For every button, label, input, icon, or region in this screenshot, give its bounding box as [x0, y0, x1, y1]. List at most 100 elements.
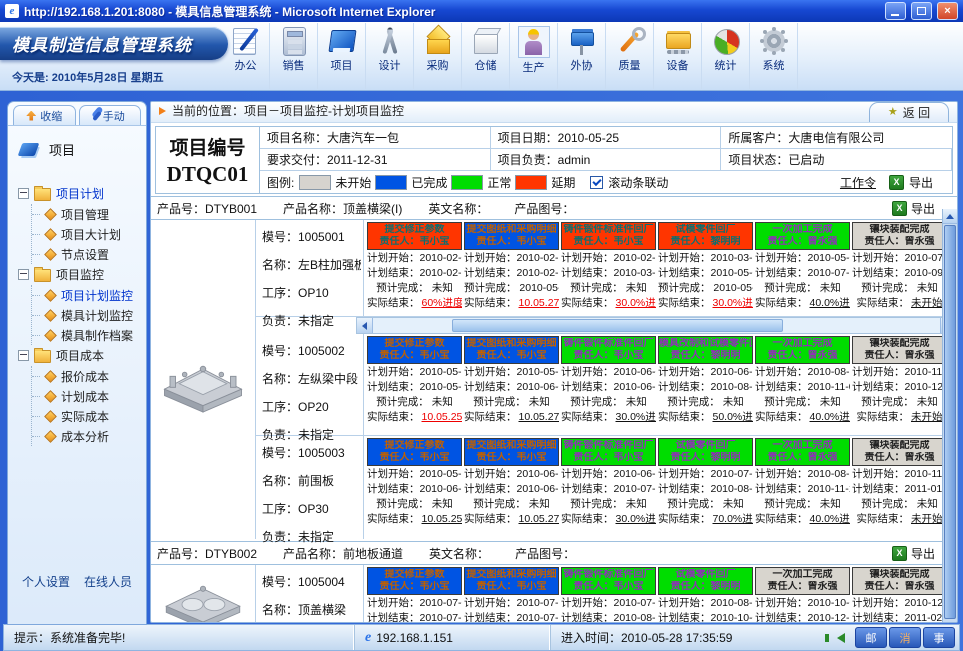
restore-button[interactable]: [911, 2, 932, 20]
minimize-button[interactable]: [885, 2, 906, 20]
task-card[interactable]: 试模零件回厂 责任人：黎明明 计划开始：2010-07-11 计划结束：2010…: [658, 438, 753, 539]
toolbar-item[interactable]: 仓储: [462, 23, 510, 89]
task-card[interactable]: 镶块装配完成 责任人：曾永强 计划开始：2010-11-02 计划结束：2010…: [852, 336, 947, 435]
toolbar-item[interactable]: 办公: [222, 23, 270, 89]
actual-finish-value[interactable]: 50.0%进度: [713, 411, 754, 423]
tree-leaf[interactable]: 项目大计划: [32, 224, 144, 244]
mold-row: 模号：1005003名称：前围板工序：OP30负责：未指定 提交修正参数 责任人…: [256, 436, 957, 539]
tree-leaf[interactable]: 计划成本: [32, 386, 144, 406]
actual-finish-value[interactable]: 30.0%进度: [616, 513, 657, 525]
actual-finish-value[interactable]: 40.0%进度: [810, 513, 851, 525]
task-card[interactable]: 一次加工完成 责任人：曾永强 计划开始：2010-08-14 计划结束：2010…: [755, 336, 850, 435]
actual-finish-value[interactable]: 10.05.27: [519, 411, 560, 423]
scrollbar-thumb[interactable]: [944, 225, 956, 619]
actual-finish-value[interactable]: 40.0%进度: [810, 297, 851, 309]
plan-start: 计划开始：2010-05-31: [367, 466, 462, 481]
toolbar-item[interactable]: 统计: [702, 23, 750, 89]
task-card[interactable]: 一次加工完成 责任人：曾永强 计划开始：2010-10-04 计划结束：2010…: [755, 567, 850, 623]
actual-finish-value[interactable]: 未开始: [911, 411, 943, 423]
sidebar-tab[interactable]: 手动: [79, 105, 142, 125]
task-card[interactable]: 试模零件回厂 责任人：黎明明 计划开始：2010-08-15 计划结束：2010…: [658, 567, 753, 623]
actual-finish-value[interactable]: 未开始: [911, 513, 943, 525]
actual-finish-value[interactable]: 30.0%进度: [616, 297, 657, 309]
excel-export-icon[interactable]: [892, 201, 907, 216]
task-card[interactable]: 镶块装配完成 责任人：曾永强 计划开始：2010-11-18 计划结束：2011…: [852, 438, 947, 539]
task-card[interactable]: 试模零件回厂 责任人：黎明明 计划开始：2010-03-19 计划结束：2010…: [658, 222, 753, 316]
task-card[interactable]: 一次加工完成 责任人：曾永强 计划开始：2010-08-30 计划结束：2010…: [755, 438, 850, 539]
actual-finish-value[interactable]: 10.05.25: [422, 411, 463, 423]
collapse-expander-icon[interactable]: [18, 269, 29, 280]
tree-leaf[interactable]: 实际成本: [32, 406, 144, 426]
scroll-left-arrow[interactable]: [357, 318, 373, 333]
task-card[interactable]: 提交修正参数 责任人：韦小宝 计划开始：2010-05-15 计划结束：2010…: [367, 336, 462, 435]
task-card[interactable]: 提交修正参数 责任人：韦小宝 计划开始：2010-02-06 计划结束：2010…: [367, 222, 462, 316]
close-button[interactable]: [937, 2, 958, 20]
export-link[interactable]: 导出: [911, 200, 935, 217]
toolbar-item[interactable]: 系统: [750, 23, 798, 89]
tree-leaf[interactable]: 报价成本: [32, 366, 144, 386]
sidebar-footer-link[interactable]: 个人设置: [22, 573, 70, 590]
tree-node-project-cost[interactable]: 项目成本: [18, 345, 144, 366]
tree-node-project-plan[interactable]: 项目计划: [18, 183, 144, 204]
toolbar-item[interactable]: 外协: [558, 23, 606, 89]
actual-finish-value[interactable]: 10.05.27: [519, 297, 560, 309]
tree-node-project-monitor[interactable]: 项目监控: [18, 264, 144, 285]
sidebar-footer-link[interactable]: 在线人员: [84, 573, 132, 590]
task-card[interactable]: 提交图纸和采购明细 责任人：韦小宝 计划开始：2010-05-25 计划结束：2…: [464, 336, 559, 435]
work-order-link[interactable]: 工作令: [840, 174, 876, 191]
tree-leaf[interactable]: 项目管理: [32, 204, 144, 224]
toolbar-item[interactable]: 质量: [606, 23, 654, 89]
task-title: 镶块装配完成: [853, 569, 946, 581]
tree-leaf[interactable]: 模具制作档案: [32, 325, 144, 345]
tree-leaf[interactable]: 项目计划监控: [32, 285, 144, 305]
scrollbar-thumb[interactable]: [452, 319, 783, 332]
vertical-scrollbar[interactable]: [942, 209, 957, 622]
toolbar-item[interactable]: 项目: [318, 23, 366, 89]
scroll-sync-checkbox[interactable]: [590, 176, 603, 189]
tree-leaf[interactable]: 模具计划监控: [32, 305, 144, 325]
toolbar-item[interactable]: 生产: [510, 23, 558, 89]
toolbar-item[interactable]: 设计: [366, 23, 414, 89]
task-card[interactable]: 提交图纸和采购明细 责任人：韦小宝 计划开始：2010-07-15 计划结束：2…: [464, 567, 559, 623]
task-card[interactable]: 铸件锻件标准件回厂 责任人：韦小宝 计划开始：2010-06-05 计划结束：2…: [561, 336, 656, 435]
speaker-icon[interactable]: [837, 633, 845, 643]
collapse-expander-icon[interactable]: [18, 188, 29, 199]
status-quick-button[interactable]: 消: [889, 627, 921, 648]
actual-finish-value[interactable]: 未开始: [911, 297, 943, 309]
tree-leaf[interactable]: 节点设置: [32, 244, 144, 264]
excel-export-icon[interactable]: [889, 175, 904, 190]
task-card[interactable]: 提交图纸和采购明细 责任人：韦小宝 计划开始：2010-02-16 计划结束：2…: [464, 222, 559, 316]
task-card[interactable]: 一次加工完成 责任人：曾永强 计划开始：2010-05-08 计划结束：2010…: [755, 222, 850, 316]
task-card[interactable]: 提交图纸和采购明细 责任人：韦小宝 计划开始：2010-06-10 计划结束：2…: [464, 438, 559, 539]
task-card[interactable]: 镶块装配完成 责任人：曾永强 计划开始：2010-07-27 计划结束：2010…: [852, 222, 947, 316]
actual-finish-value[interactable]: 70.0%进度: [713, 513, 754, 525]
status-quick-button[interactable]: 邮: [855, 627, 887, 648]
task-card[interactable]: 铸件锻件标准件回厂 责任人：韦小宝 计划开始：2010-02-27 计划结束：2…: [561, 222, 656, 316]
module-header[interactable]: 项目: [8, 126, 146, 169]
task-card[interactable]: 模具改制和试模零件回厂 责任人：黎明明 计划开始：2010-06-25 计划结束…: [658, 336, 753, 435]
toolbar-item[interactable]: 采购: [414, 23, 462, 89]
back-button[interactable]: 返 回: [869, 102, 949, 122]
status-quick-button[interactable]: 事: [923, 627, 955, 648]
actual-finish-value[interactable]: 40.0%进度: [810, 411, 851, 423]
scroll-up-arrow[interactable]: [943, 209, 957, 224]
excel-export-icon[interactable]: [892, 546, 907, 561]
actual-finish-value[interactable]: 30.0%进度: [713, 297, 754, 309]
actual-finish-value[interactable]: 30.0%进度: [616, 411, 657, 423]
actual-finish-value[interactable]: 60%进度: [422, 297, 463, 309]
task-card[interactable]: 镶块装配完成 责任人：曾永强 计划开始：2010-12-23 计划结束：2011…: [852, 567, 947, 623]
tree-leaf[interactable]: 成本分析: [32, 426, 144, 446]
task-card[interactable]: 提交修正参数 责任人：韦小宝 计划开始：2010-05-31 计划结束：2010…: [367, 438, 462, 539]
task-card[interactable]: 提交修正参数 责任人：韦小宝 计划开始：2010-07-05 计划结束：2010…: [367, 567, 462, 623]
horizontal-scrollbar[interactable]: [356, 317, 957, 334]
export-link[interactable]: 导出: [911, 545, 935, 562]
sidebar-tab[interactable]: 收缩: [13, 105, 76, 125]
actual-finish-value[interactable]: 10.05.27: [519, 513, 560, 525]
toolbar-item[interactable]: 销售: [270, 23, 318, 89]
export-link[interactable]: 导出: [909, 174, 933, 191]
actual-finish-value[interactable]: 10.05.25: [422, 513, 463, 525]
task-card[interactable]: 铸件锻件标准件回厂 责任人：韦小宝 计划开始：2010-07-26 计划结束：2…: [561, 567, 656, 623]
collapse-expander-icon[interactable]: [18, 350, 29, 361]
task-card[interactable]: 铸件锻件标准件回厂 责任人：韦小宝 计划开始：2010-06-21 计划结束：2…: [561, 438, 656, 539]
toolbar-item[interactable]: 设备: [654, 23, 702, 89]
